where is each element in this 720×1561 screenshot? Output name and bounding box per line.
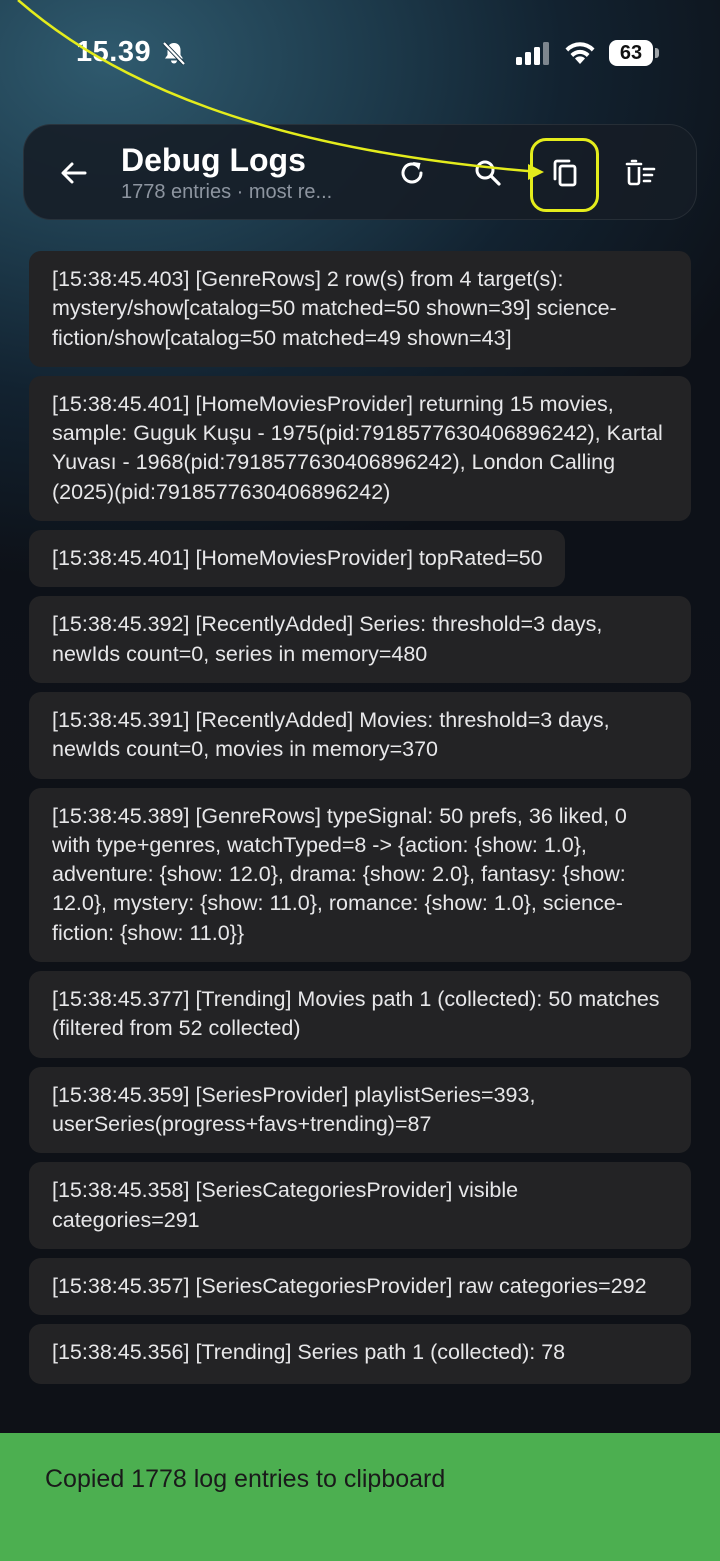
log-entry[interactable]: [15:38:45.358] [SeriesCategoriesProvider… [29,1162,691,1249]
battery-icon: 63 [609,40,653,66]
log-entry[interactable]: [15:38:45.377] [Trending] Movies path 1 … [29,971,691,1058]
back-arrow-icon [61,162,87,184]
battery-level: 63 [619,41,643,64]
wifi-icon [565,42,595,64]
log-entry[interactable]: [15:38:45.391] [RecentlyAdded] Movies: t… [29,691,691,779]
log-entry[interactable]: [15:38:45.389] [GenreRows] typeSignal: 5… [29,787,691,963]
log-entry[interactable]: [15:38:45.401] [HomeMoviesProvider] retu… [29,375,691,522]
signal-icon [516,42,549,65]
refresh-icon [401,162,423,184]
log-list[interactable]: [15:38:45.403] [GenreRows] 2 row(s) from… [29,251,691,1393]
snackbar-message: Copied 1778 log entries to clipboard [45,1465,446,1493]
search-icon [475,160,501,186]
bell-off-icon [162,41,186,66]
log-entry[interactable]: [15:38:45.359] [SeriesProvider] playlist… [29,1066,691,1154]
battery-cap [655,48,659,58]
page-subtitle: 1778 entries · most re... [121,181,333,203]
clear-logs-button[interactable] [618,151,662,195]
annotation-highlight [530,138,599,212]
log-entry[interactable]: [15:38:45.356] [Trending] Series path 1 … [29,1324,691,1385]
clear-list-icon [625,159,656,186]
status-time: 15.39 [76,36,152,68]
page-title: Debug Logs [121,142,306,178]
log-entry[interactable]: [15:38:45.392] [RecentlyAdded] Series: t… [29,596,691,683]
search-button[interactable] [466,151,510,195]
snackbar: Copied 1778 log entries to clipboard [0,1433,720,1561]
refresh-button[interactable] [390,151,434,195]
title-block: Debug Logs 1778 entries · most re... [121,141,371,205]
back-button[interactable] [54,153,94,193]
log-entry[interactable]: [15:38:45.401] [HomeMoviesProvider] topR… [29,530,565,588]
log-entry[interactable]: [15:38:45.403] [GenreRows] 2 row(s) from… [29,251,691,367]
log-entry[interactable]: [15:38:45.357] [SeriesCategoriesProvider… [29,1257,691,1316]
status-bar: 15.39 63 [0,0,720,100]
